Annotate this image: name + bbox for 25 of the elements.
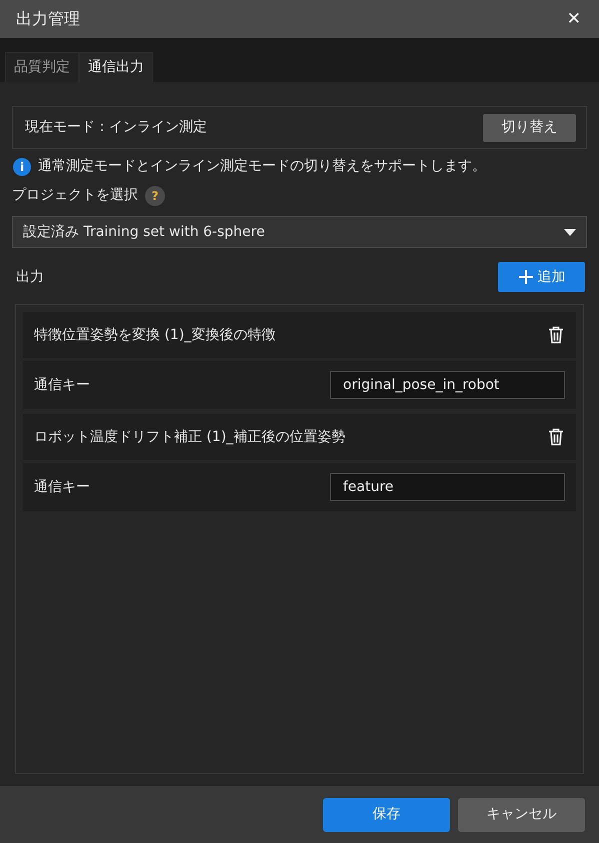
add-button[interactable]: 追加 — [498, 262, 585, 292]
mode-label: 現在モード：インライン測定 — [25, 118, 207, 137]
save-button[interactable]: 保存 — [323, 798, 450, 832]
switch-button[interactable]: 切り替え — [483, 114, 576, 142]
project-dropdown[interactable]: 設定済み Training set with 6-sphere — [12, 216, 587, 248]
output-title: 特徴位置姿勢を変換 (1)_変換後の特徴 — [34, 326, 276, 344]
output-title: ロボット温度ドリフト補正 (1)_補正後の位置姿勢 — [34, 428, 346, 446]
caret-icon — [564, 228, 576, 236]
cancel-button[interactable]: キャンセル — [458, 798, 585, 832]
window-title: 出力管理 — [16, 8, 80, 30]
trash-icon[interactable] — [548, 326, 564, 344]
key-input[interactable]: original_pose_in_robot — [330, 371, 565, 399]
trash-icon[interactable] — [548, 428, 564, 446]
close-button[interactable]: ✕ — [562, 10, 585, 28]
tab[interactable]: 品質判定 — [5, 52, 79, 82]
key-input[interactable]: feature — [330, 473, 565, 501]
key-label: 通信キー — [34, 478, 90, 496]
help-icon[interactable]: ? — [145, 186, 165, 206]
plus-icon — [518, 269, 534, 285]
info-icon: i — [13, 158, 31, 176]
project-label: プロジェクトを選択 — [12, 186, 138, 205]
key-label: 通信キー — [34, 376, 90, 394]
info-text: 通常測定モードとインライン測定モードの切り替えをサポートします。 — [38, 157, 486, 176]
outputs-label: 出力 — [16, 268, 44, 286]
tab[interactable]: 通信出力 — [79, 52, 153, 82]
